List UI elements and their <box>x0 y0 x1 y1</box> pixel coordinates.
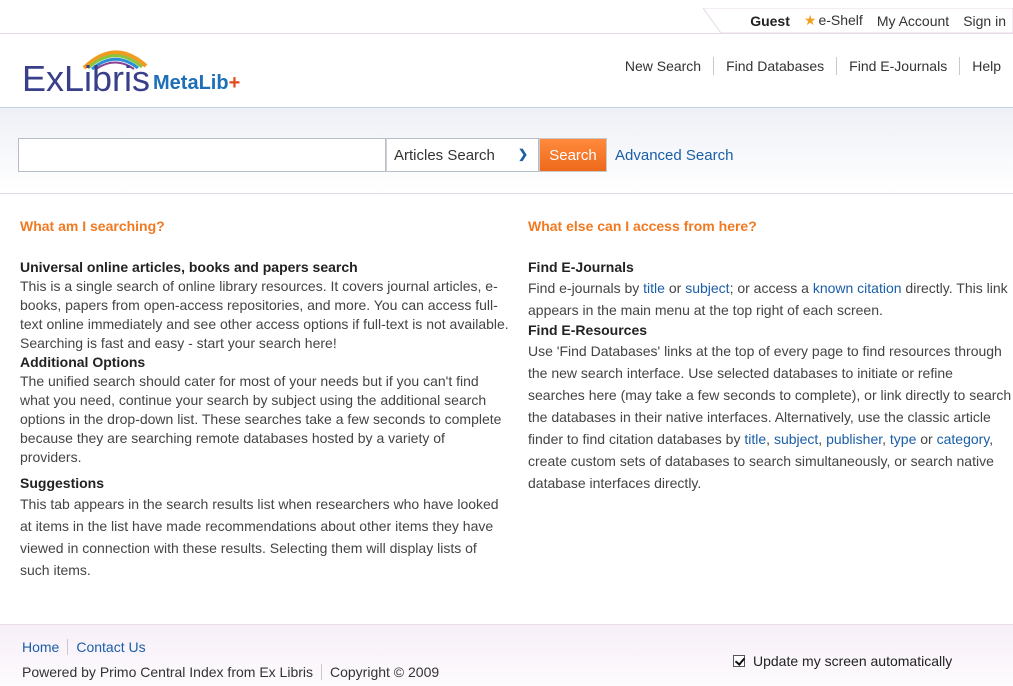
nav-new-search[interactable]: New Search <box>613 57 713 75</box>
metalib-text: MetaLib <box>153 72 229 94</box>
nav-find-databases[interactable]: Find Databases <box>713 57 836 75</box>
find-ejournals-text: Find e-journals by title or subject; or … <box>528 277 1013 321</box>
text-fragment: , <box>818 431 827 447</box>
footer-home-link[interactable]: Home <box>22 639 67 655</box>
nav-help[interactable]: Help <box>959 57 1013 75</box>
left-heading: What am I searching? <box>20 218 165 234</box>
universal-search-text: This is a single search of online librar… <box>20 278 509 351</box>
right-info-column: What else can I access from here? Find E… <box>528 217 1013 494</box>
universal-search-title: Universal online articles, books and pap… <box>20 259 358 275</box>
databases-subject-link[interactable]: subject <box>774 431 818 447</box>
metalib-wordmark: MetaLib+ <box>153 72 240 95</box>
star-icon: ★ <box>803 12 817 28</box>
guest-label: Guest <box>750 12 790 29</box>
text-fragment: ; or access a <box>729 280 813 296</box>
auto-update-label: Update my screen automatically <box>753 653 953 669</box>
find-eresources-title: Find E-Resources <box>528 322 648 338</box>
exlibris-metalib-logo[interactable]: ExLibris MetaLib+ <box>22 44 282 104</box>
text-fragment: Find e-journals by <box>528 280 644 296</box>
databases-category-link[interactable]: category <box>937 431 990 447</box>
find-eresources-text: Use 'Find Databases' links at the top of… <box>528 340 1013 494</box>
right-heading: What else can I access from here? <box>528 218 757 234</box>
powered-by-text: Powered by Primo Central Index from Ex L… <box>22 664 313 680</box>
text-fragment: or <box>664 280 686 296</box>
ejournals-subject-link[interactable]: subject <box>685 280 729 296</box>
sign-in-link[interactable]: Sign in <box>956 13 1013 29</box>
known-citation-link[interactable]: known citation <box>813 280 902 296</box>
additional-options-text: The unified search should cater for most… <box>20 373 502 465</box>
nav-find-ejournals[interactable]: Find E-Journals <box>836 57 959 75</box>
text-fragment: , <box>882 431 890 447</box>
text-fragment: , <box>766 431 774 447</box>
chevron-down-icon: ❯ <box>517 147 528 161</box>
exlibris-wordmark: ExLibris <box>22 58 151 99</box>
footer-contact-link[interactable]: Contact Us <box>67 639 153 655</box>
auto-update-checkbox[interactable] <box>733 655 745 667</box>
footer-info: Powered by Primo Central Index from Ex L… <box>22 664 447 680</box>
databases-title-link[interactable]: title <box>744 431 766 447</box>
suggestions-title: Suggestions <box>20 475 105 491</box>
search-scope-value: Articles Search <box>394 146 495 164</box>
my-account-link[interactable]: My Account <box>870 13 956 29</box>
copyright-text: Copyright © 2009 <box>321 664 447 680</box>
left-info-column: What am I searching? Universal online ar… <box>20 217 510 581</box>
databases-publisher-link[interactable]: publisher <box>826 431 882 447</box>
text-fragment: or <box>916 431 937 447</box>
ejournals-title-link[interactable]: title <box>643 280 665 296</box>
eshelf-link[interactable]: ★ e-Shelf <box>797 12 870 29</box>
search-band-divider <box>0 193 1013 194</box>
search-input[interactable] <box>18 138 386 172</box>
suggestions-text: This tab appears in the search results l… <box>20 496 499 578</box>
user-bar: Guest ★ e-Shelf My Account Sign in <box>703 8 1013 33</box>
auto-update-toggle[interactable]: Update my screen automatically <box>733 653 952 669</box>
eshelf-label: e-Shelf <box>818 12 863 28</box>
databases-type-link[interactable]: type <box>890 431 916 447</box>
search-button[interactable]: Search <box>539 138 607 172</box>
footer-links: Home Contact Us <box>22 639 154 655</box>
search-scope-select[interactable]: Articles Search ❯ <box>386 138 539 172</box>
metalib-plus: + <box>228 72 241 94</box>
advanced-search-link[interactable]: Advanced Search <box>615 147 733 164</box>
main-nav: New Search Find Databases Find E-Journal… <box>613 57 1013 75</box>
additional-options-title: Additional Options <box>20 354 146 370</box>
top-divider <box>0 33 1013 34</box>
find-ejournals-title: Find E-Journals <box>528 259 634 275</box>
